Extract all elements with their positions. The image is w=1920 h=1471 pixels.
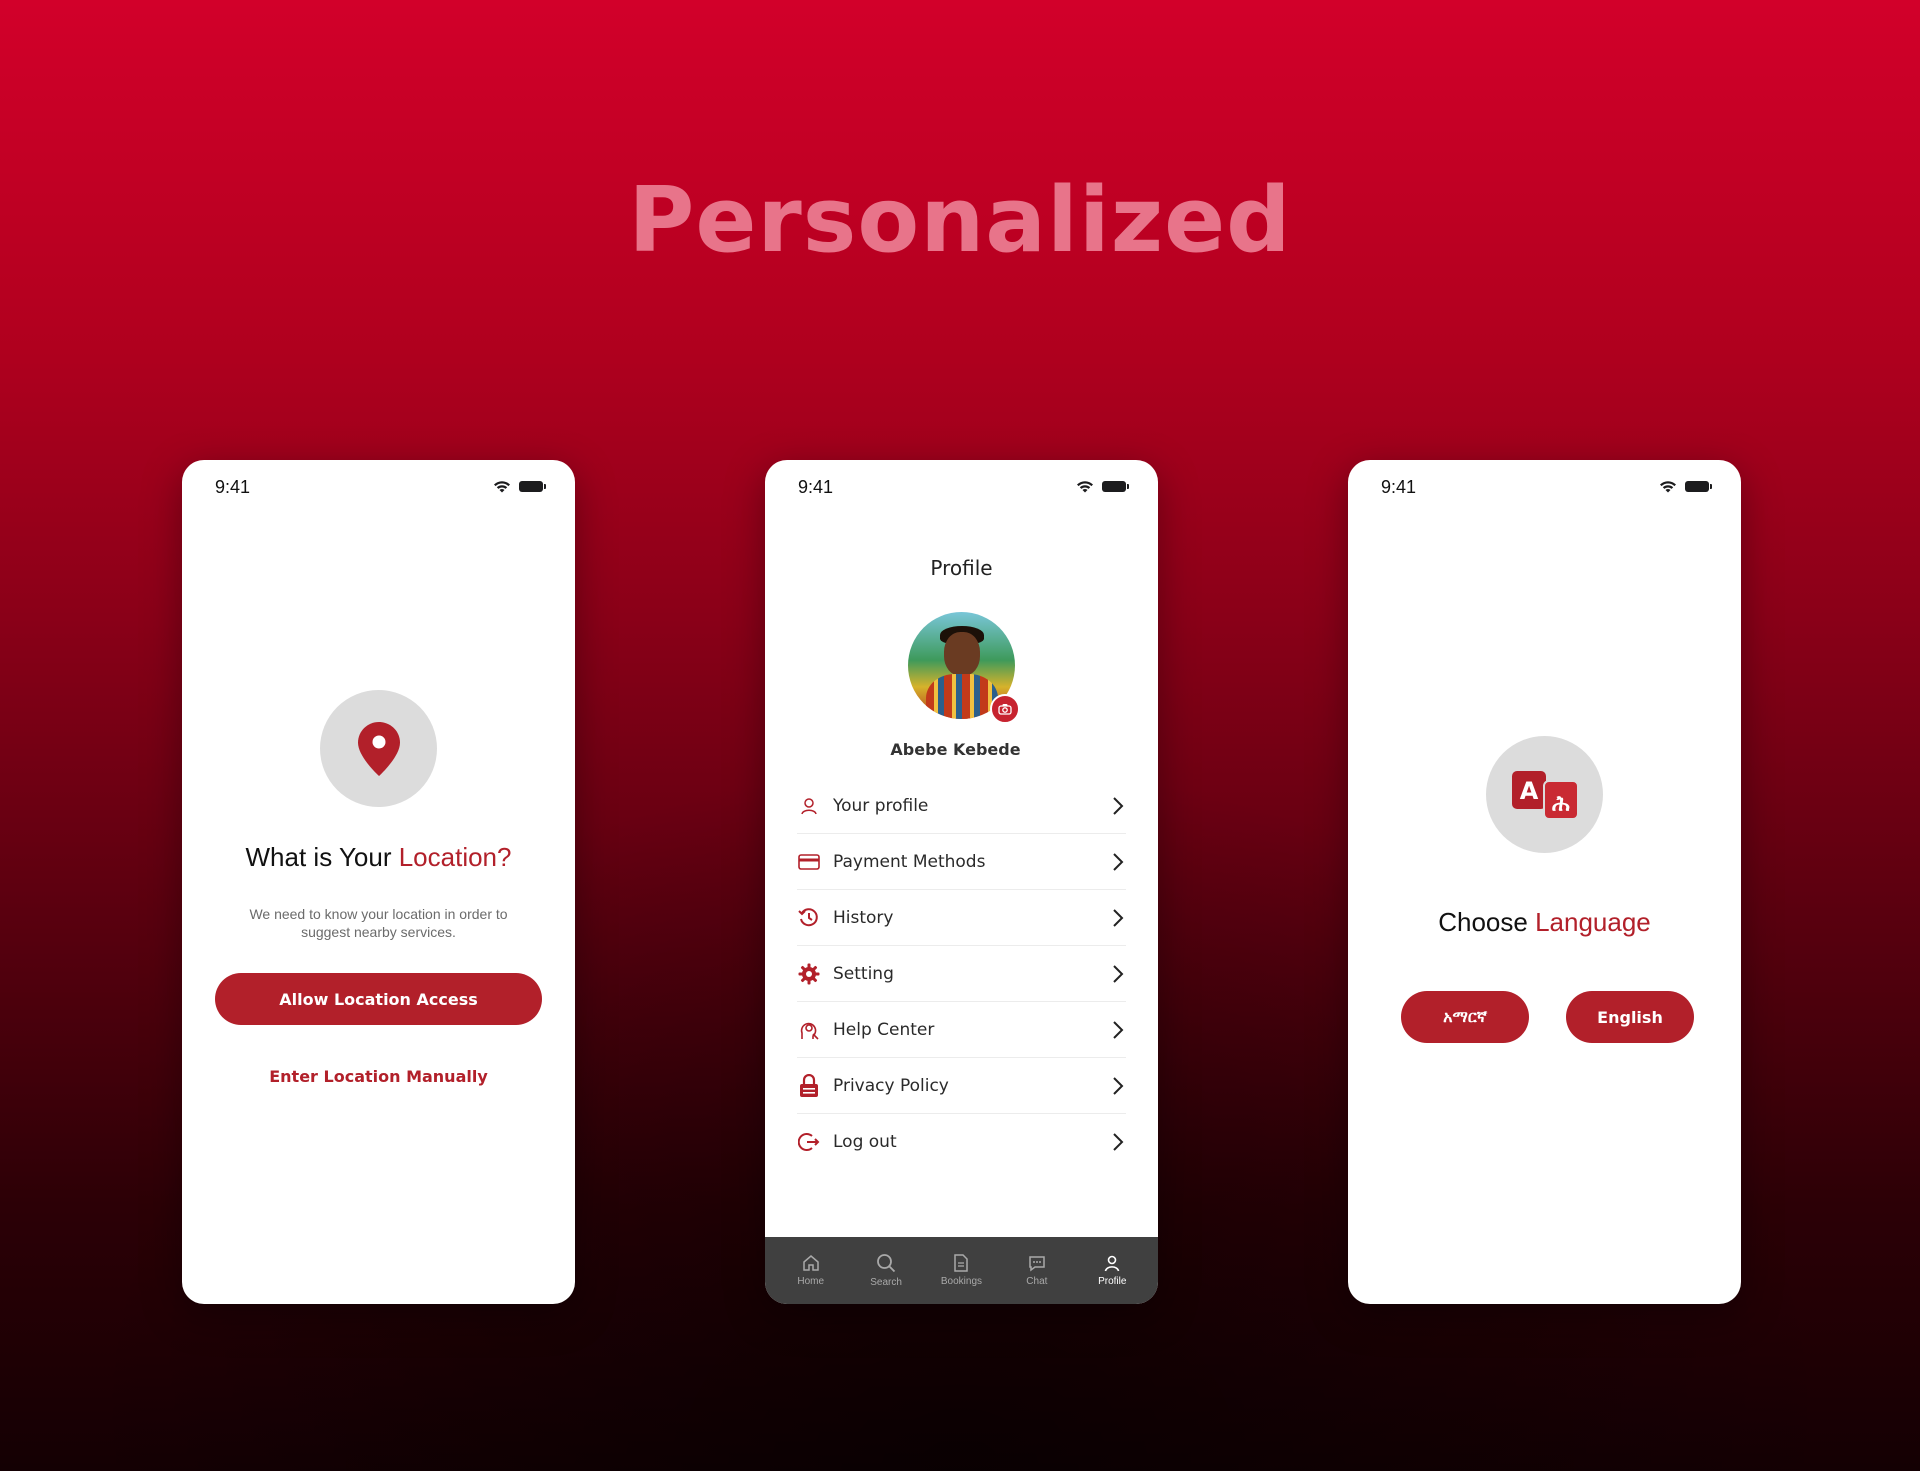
allow-location-button[interactable]: Allow Location Access <box>215 973 542 1025</box>
search-icon <box>877 1254 896 1273</box>
chevron-right-icon <box>1113 852 1124 871</box>
menu-item-help-center[interactable]: Help Center <box>797 1002 1126 1058</box>
user-name: Abebe Kebede <box>890 740 1021 759</box>
menu-item-history[interactable]: History <box>797 890 1126 946</box>
profile-menu: Your profile Payment Methods History Set… <box>797 778 1126 1169</box>
page-headline: Personalized <box>628 168 1292 273</box>
menu-item-log-out[interactable]: Log out <box>797 1114 1126 1169</box>
profile-icon <box>1104 1255 1120 1272</box>
wifi-icon <box>1660 481 1676 493</box>
menu-item-label: Privacy Policy <box>833 1075 949 1096</box>
location-title-accent: Location? <box>398 842 512 872</box>
translate-letter-ethiopic: ሕ <box>1552 792 1570 817</box>
tab-home[interactable]: Home <box>781 1254 841 1287</box>
chevron-right-icon <box>1113 908 1124 927</box>
wifi-icon <box>1077 481 1093 493</box>
menu-item-payment-methods[interactable]: Payment Methods <box>797 834 1126 890</box>
tab-bookings[interactable]: Bookings <box>931 1254 991 1287</box>
translate-icon: A ሕ <box>1511 770 1579 820</box>
status-bar: 9:41 <box>765 460 1158 516</box>
wifi-icon <box>494 481 510 493</box>
tab-label: Chat <box>1026 1276 1048 1287</box>
phone-profile-screen: 9:41 Profile Abebe Kebede Your profile P… <box>765 460 1158 1304</box>
chevron-right-icon <box>1113 796 1124 815</box>
menu-item-label: Log out <box>833 1131 897 1152</box>
help-icon <box>797 1018 821 1042</box>
tab-label: Home <box>797 1276 825 1287</box>
language-icon-circle: A ሕ <box>1486 736 1603 853</box>
menu-item-label: Setting <box>833 963 894 984</box>
tab-label: Profile <box>1098 1276 1127 1287</box>
battery-icon <box>519 481 546 492</box>
chevron-right-icon <box>1113 1020 1124 1039</box>
chat-icon <box>1029 1256 1045 1272</box>
menu-item-setting[interactable]: Setting <box>797 946 1126 1002</box>
language-option-english[interactable]: English <box>1566 991 1694 1043</box>
tab-search[interactable]: Search <box>856 1253 916 1288</box>
language-option-amharic[interactable]: አማርኛ <box>1401 991 1529 1043</box>
status-time: 9:41 <box>215 477 251 497</box>
menu-item-label: Payment Methods <box>833 851 986 872</box>
battery-icon <box>1685 481 1712 492</box>
bottom-tab-bar: Home Search Bookings Chat Profile <box>765 1237 1158 1304</box>
menu-item-label: History <box>833 907 894 928</box>
menu-item-label: Your profile <box>833 795 929 816</box>
menu-item-your-profile[interactable]: Your profile <box>797 778 1126 834</box>
tab-chat[interactable]: Chat <box>1007 1254 1067 1287</box>
chevron-right-icon <box>1113 1132 1124 1151</box>
location-description: We need to know your location in order t… <box>249 906 508 940</box>
status-time: 9:41 <box>1381 477 1417 497</box>
menu-item-privacy-policy[interactable]: Privacy Policy <box>797 1058 1126 1114</box>
status-time: 9:41 <box>798 477 834 497</box>
home-icon <box>802 1255 819 1271</box>
lock-icon <box>797 1073 821 1098</box>
phone-language-screen: 9:41 A ሕ Choose Language አማርኛ English <box>1348 460 1741 1304</box>
page-title: Profile <box>930 556 993 580</box>
location-title-prefix: What is Your <box>245 842 399 872</box>
tab-profile[interactable]: Profile <box>1082 1254 1142 1287</box>
document-icon <box>954 1254 969 1272</box>
location-pin-icon <box>357 721 400 776</box>
tab-label: Bookings <box>940 1276 983 1287</box>
language-title-prefix: Choose <box>1438 907 1536 937</box>
location-title: What is Your Location? <box>182 842 575 873</box>
enter-location-manually-link[interactable]: Enter Location Manually <box>182 1067 575 1086</box>
tab-label: Search <box>870 1277 902 1288</box>
gear-icon <box>797 962 821 986</box>
credit-card-icon <box>797 850 821 874</box>
status-bar: 9:41 <box>1348 460 1741 516</box>
translate-letter-latin: A <box>1519 777 1538 805</box>
phone-location-screen: 9:41 What is Your Location? We need to k… <box>182 460 575 1304</box>
chevron-right-icon <box>1113 964 1124 983</box>
menu-item-label: Help Center <box>833 1019 935 1040</box>
battery-icon <box>1102 481 1129 492</box>
camera-icon[interactable] <box>990 694 1020 724</box>
user-icon <box>797 794 821 818</box>
logout-icon <box>797 1130 821 1154</box>
history-icon <box>797 906 821 930</box>
chevron-right-icon <box>1113 1076 1124 1095</box>
status-bar: 9:41 <box>182 460 575 516</box>
location-icon-circle <box>320 690 437 807</box>
language-title-accent: Language <box>1535 907 1651 937</box>
language-title: Choose Language <box>1348 907 1741 938</box>
